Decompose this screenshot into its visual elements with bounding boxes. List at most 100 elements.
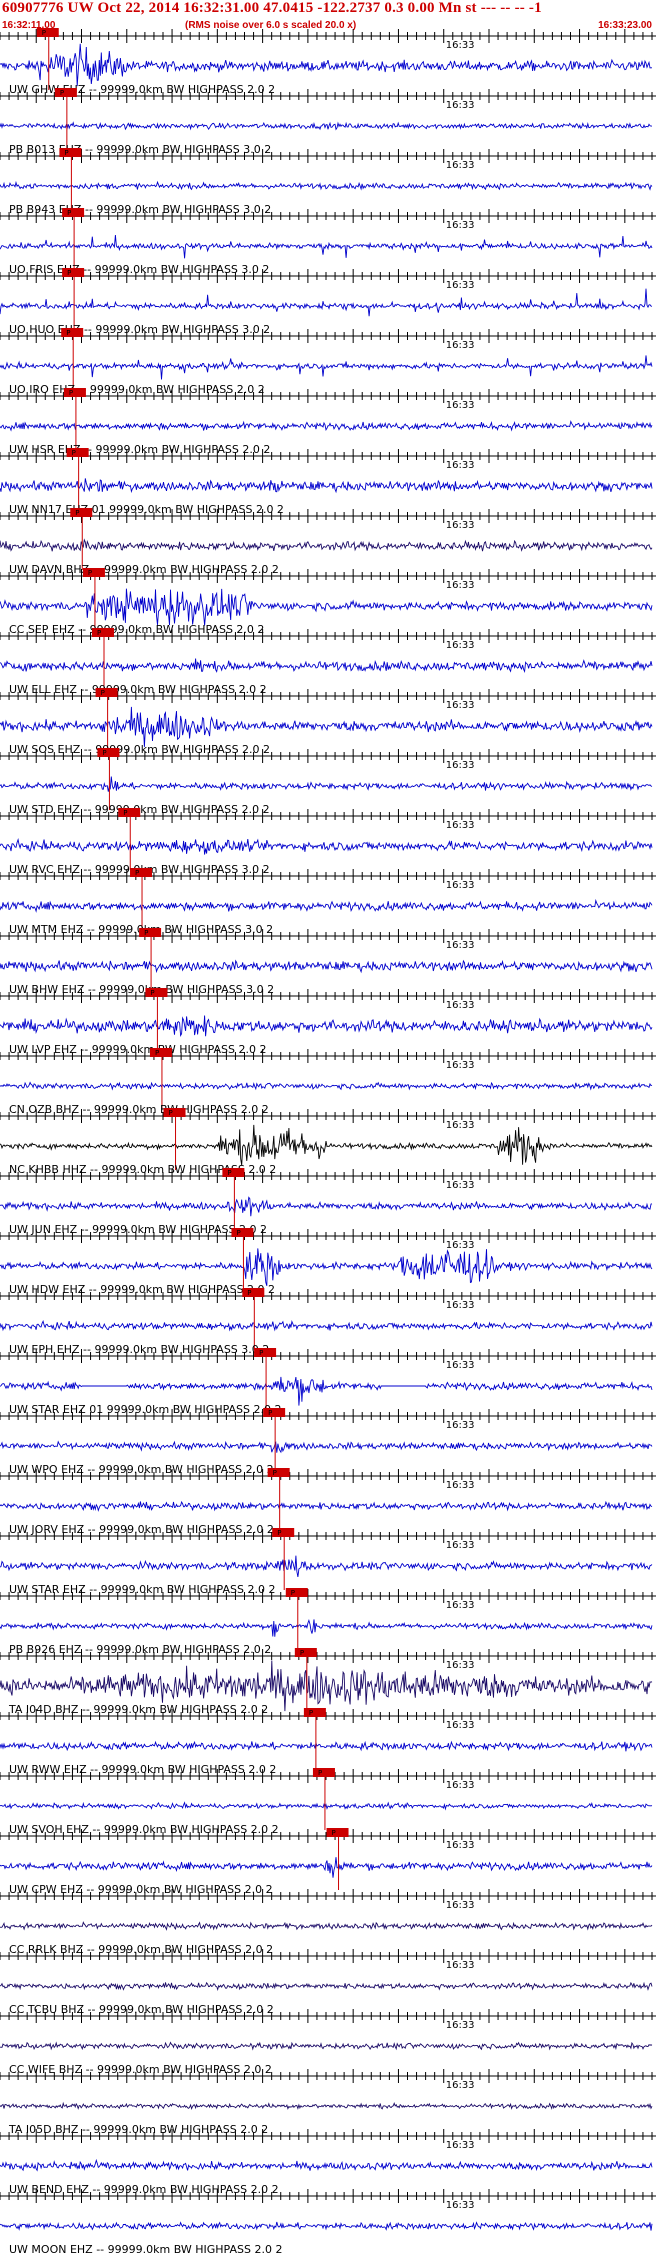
pick-label: P [169, 1109, 173, 1117]
trace-row-21: 16:33 PUW EPH EHZ -- 99999.0km BW HIGHPAS… [0, 1288, 656, 1356]
seismogram-panel: 16:33PUW GHW EHZ -- 99999.0km BW HIGHPAS… [0, 28, 656, 2256]
trace-row-27: 16:33 P TA I04D BHZ -- 99999.0km BW HIGHPA… [0, 1648, 656, 1716]
pick-flag [91, 628, 114, 637]
trace-row-22: 16:33PUW STAR EHZ 01 99999.0km BW HIGHPA… [0, 1348, 656, 1416]
pick-flag [36, 28, 59, 37]
minute-label: 16:33 [446, 460, 475, 471]
pick-label: P [259, 1349, 263, 1357]
trace-label: UW ELL EHZ -- 99999.0km BW HIGHPASS 2.0 … [9, 683, 267, 696]
pick-flag [62, 208, 85, 217]
pick-flag [95, 688, 118, 697]
minute-label: 16:33 [446, 40, 475, 51]
pick-flag [294, 1648, 317, 1657]
minute-label: 16:33 [446, 1480, 475, 1491]
trace-row-26: 16:33 P PB B926 EHZ -- 99999.0km BW HIGHPA… [0, 1588, 656, 1656]
trace-row-5: 16:33PUO IRO EHZ -- 99999.0km BW HIGHPAS… [0, 328, 656, 396]
pick-flag [70, 508, 93, 517]
minute-label: 16:33 [446, 2140, 475, 2151]
minute-label: 16:33 [446, 220, 475, 231]
pick-flag [303, 1708, 326, 1717]
waveform [0, 1740, 653, 1752]
trace-label: PB B926 EHZ -- 99999.0km BW HIGHPASS 2.0… [9, 1643, 271, 1656]
trace-label: UW JORV EHZ -- 99999.0km BW HIGHPASS 2.0… [9, 1523, 274, 1536]
pick-label: P [123, 809, 127, 817]
trace-row-25: 16:33PUW STAR EHZ -- 99999.0km BW HIGHPA… [0, 1528, 656, 1596]
waveform [0, 43, 652, 87]
minute-label: 16:33 [446, 1420, 475, 1431]
waveform [0, 1015, 653, 1038]
minute-label: 16:33 [446, 1360, 475, 1371]
waveform [0, 478, 653, 494]
trace-label: PB B943 EHZ -- 99999.0km BW HIGHPASS 3.0… [9, 203, 271, 216]
trace-row-14: 16:33PUW MTM EHZ -- 99999.0km BW HIGHPAS… [0, 868, 656, 936]
waveform [0, 1196, 653, 1217]
trace-row-2: 16:33PPB B943 EHZ -- 99999.0km BW HIGHPA… [0, 148, 656, 216]
minute-label: 16:33 [446, 1960, 475, 1971]
trace-row-9: 16:33PCC SEP EHZ -- 99999.0km BW HIGHPAS… [0, 568, 656, 636]
pick-label: P [72, 449, 76, 457]
waveform [0, 2158, 653, 2172]
trace-label: UW EPH EHZ -- 99999.0km BW HIGHPASS 3.0 … [9, 1343, 269, 1356]
pick-flag [130, 868, 153, 877]
pick-label: P [102, 749, 106, 757]
trace-row-20: 16:33PUW HDW EHZ -- 99999.0km BW HIGHPAS… [0, 1228, 656, 1296]
trace-label: UW HSR EHZ -- 99999.0km BW HIGHPASS 2.0 … [9, 443, 270, 456]
waveform [0, 1618, 653, 1637]
minute-label: 16:33 [446, 1060, 475, 1071]
trace-row-0: 16:33PUW GHW EHZ -- 99999.0km BW HIGHPAS… [0, 28, 656, 96]
minute-label: 16:33 [446, 700, 475, 711]
minute-label: 16:33 [446, 1840, 475, 1851]
waveform [0, 658, 653, 673]
minute-label: 16:33 [446, 160, 475, 171]
pick-flag [267, 1468, 290, 1477]
waveform [0, 1921, 653, 1931]
pick-label: P [144, 929, 148, 937]
pick-label: P [291, 1589, 295, 1597]
trace-row-36: 16:33 UW MOON EHZ -- 99999.0km BW HIGHPAS… [0, 2189, 656, 2256]
trace-label: UW CPW EHZ -- 99999.0km BW HIGHPASS 2.0 … [9, 1883, 273, 1896]
minute-label: 16:33 [446, 340, 475, 351]
minute-label: 16:33 [446, 1000, 475, 1011]
waveform [0, 776, 653, 792]
trace-label: UW BHW EHZ -- 99999.0km BW HIGHPASS 3.0 … [9, 983, 274, 996]
minute-label: 16:33 [446, 1540, 475, 1551]
pick-flag [61, 328, 84, 337]
trace-row-31: 16:33 CC RRLK BHZ -- 99999.0km BW HIGHPAS… [0, 1889, 656, 1956]
trace-label: UO HUO EHZ -- 99999.0km BW HIGHPASS 3.0 … [9, 323, 270, 336]
minute-label: 16:33 [446, 1600, 475, 1611]
pick-flag [231, 1228, 254, 1237]
trace-row-17: 16:33 PCN OZB BHZ -- 99999.0km BW HIGHPAS… [0, 1048, 656, 1116]
minute-label: 16:33 [446, 580, 475, 591]
minute-label: 16:33 [446, 1780, 475, 1791]
trace-label: TA I05D BHZ -- 99999.0km BW HIGHPASS 2.0… [8, 2123, 268, 2136]
trace-label: UW JUN EHZ -- 99999.0km BW HIGHPASS 2.0 … [9, 1223, 267, 1236]
pick-flag [263, 1408, 286, 1417]
trace-row-23: 16:33PUW WPO EHZ -- 99999.0km BW HIGHPAS… [0, 1408, 656, 1476]
waveform [0, 1320, 653, 1332]
waveform [0, 838, 653, 855]
trace-row-16: 16:33PUW LVP EHZ -- 99999.0km BW HIGHPAS… [0, 988, 656, 1056]
trace-label: CN OZB BHZ -- 99999.0km BW HIGHPASS 2.0 … [9, 1103, 269, 1116]
trace-row-28: 16:33 P UW RWW EHZ -- 99999.0km BW HIGHPAS… [0, 1708, 656, 1776]
minute-label: 16:33 [446, 2020, 475, 2031]
waveform [0, 1857, 653, 1878]
waveform [0, 2101, 653, 2111]
minute-label: 16:33 [446, 1300, 475, 1311]
trace-row-4: 16:33PUO HUO EHZ -- 99999.0km BW HIGHPAS… [0, 268, 656, 336]
pick-label: P [236, 1229, 240, 1237]
minute-label: 16:33 [446, 1240, 475, 1251]
minute-label: 16:33 [446, 520, 475, 531]
pick-label: P [332, 1829, 336, 1837]
minute-label: 16:33 [446, 1660, 475, 1671]
trace-row-19: 16:33PUW JUN EHZ -- 99999.0km BW HIGHPAS… [0, 1168, 656, 1236]
pick-flag [145, 988, 168, 997]
trace-label: UW RWW EHZ -- 99999.0km BW HIGHPASS 2.0 … [9, 1763, 276, 1776]
waveform [0, 2041, 653, 2051]
pick-flag [118, 808, 141, 817]
waveform [0, 355, 653, 380]
waveform [0, 1555, 653, 1577]
trace-row-35: 16:33 UW BEND EHZ -- 99999.0km BW HIGHPAS… [0, 2129, 656, 2196]
pick-label: P [277, 1529, 281, 1537]
pick-label: P [42, 29, 46, 37]
pick-flag [54, 88, 77, 97]
